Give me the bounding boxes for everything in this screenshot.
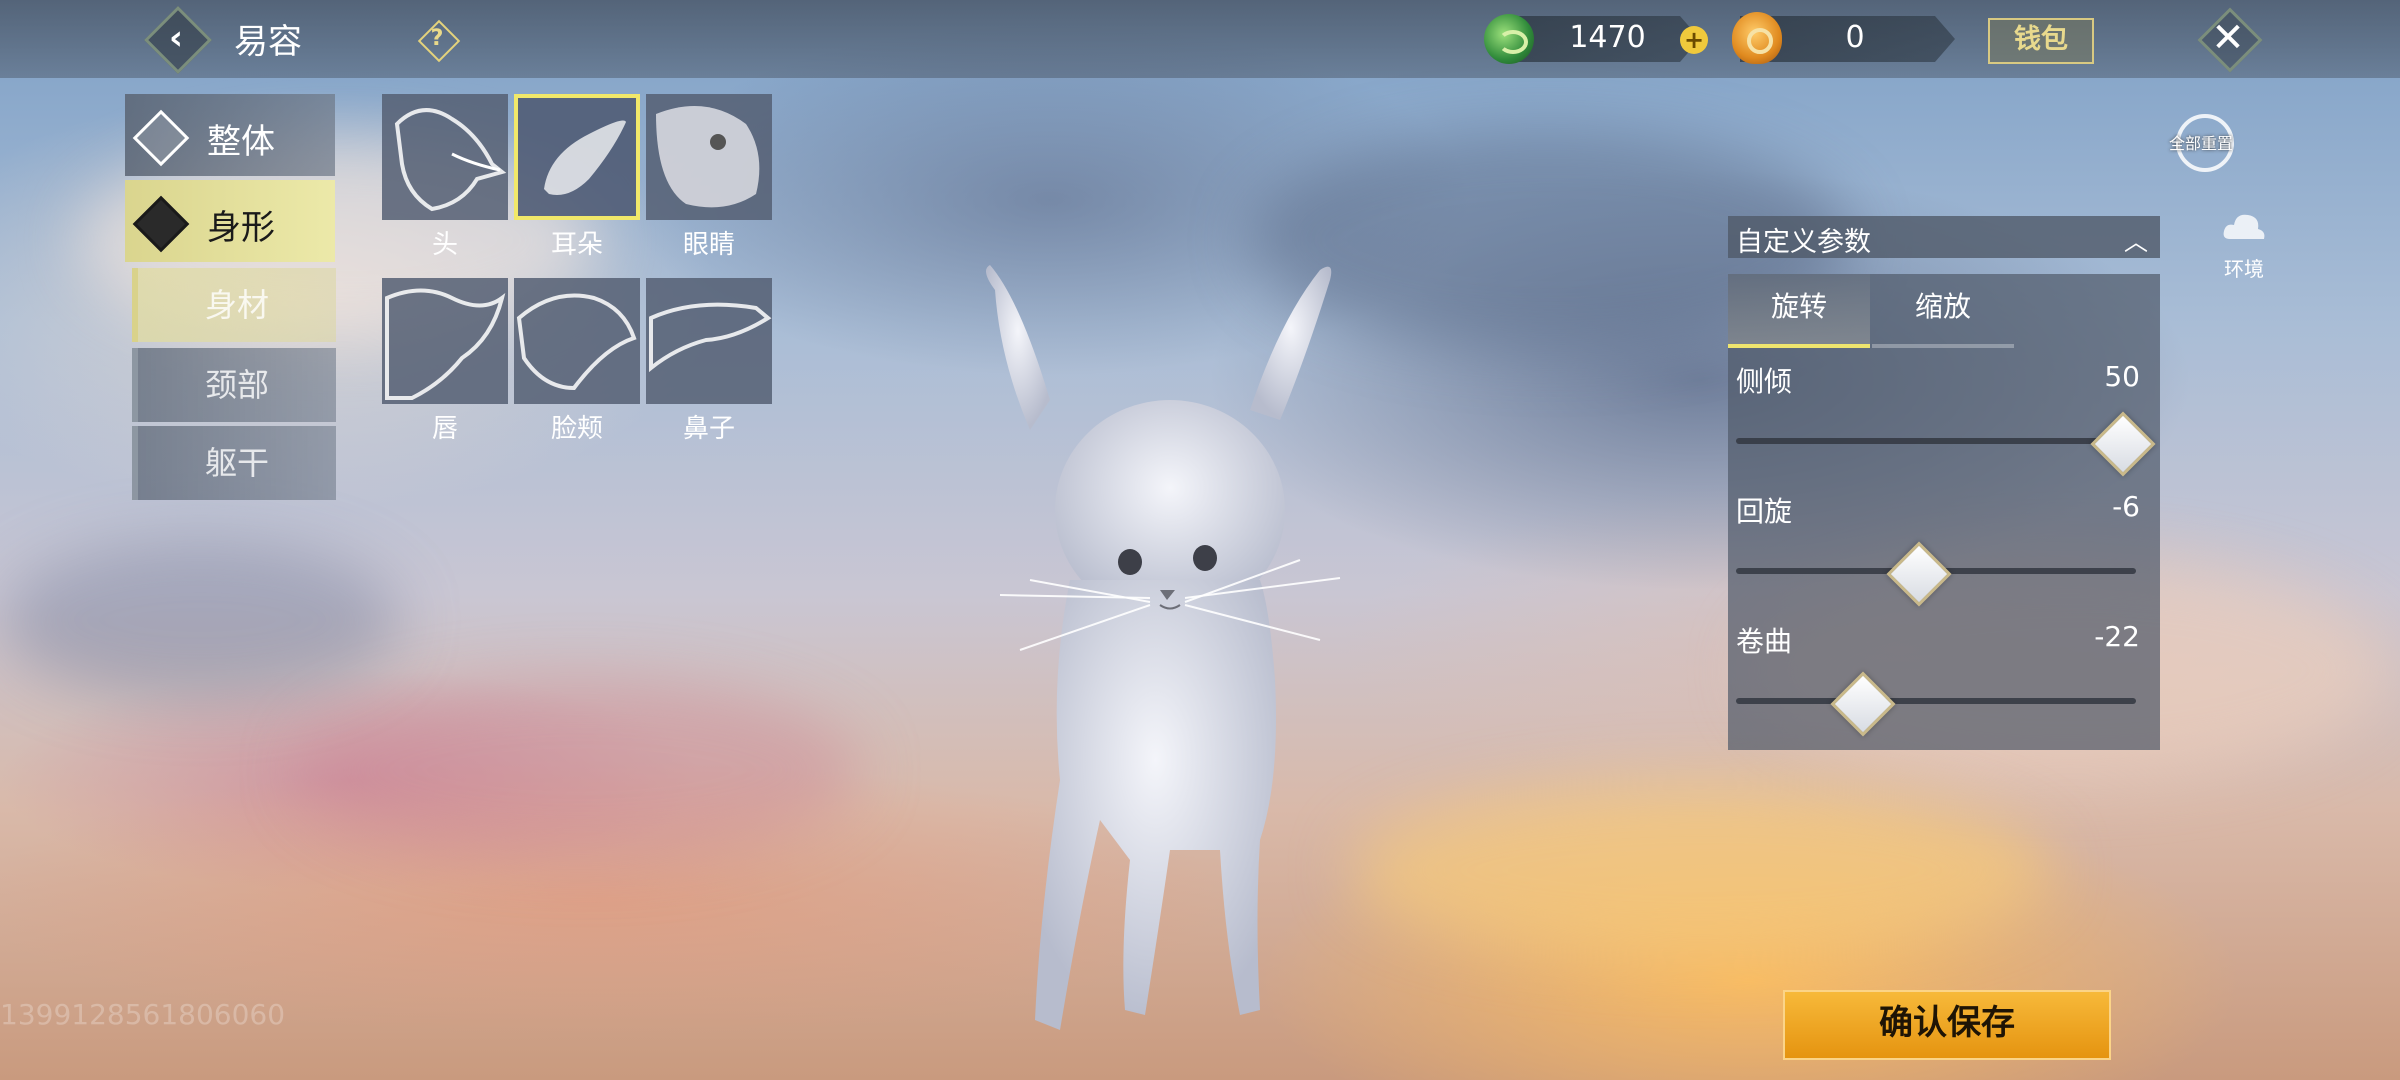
player-id-watermark: 1399128561806060 — [0, 998, 286, 1031]
tab-scale[interactable]: 缩放 — [1872, 274, 2014, 348]
slider-thumb-twist[interactable] — [1886, 541, 1952, 607]
back-button[interactable]: ‹ — [144, 6, 212, 74]
part-tile-eyes[interactable] — [646, 94, 772, 220]
param-panel: 旋转 缩放 侧倾 50 回旋 -6 卷曲 -22 — [1728, 274, 2160, 750]
diamond-black-icon — [131, 194, 190, 253]
slider-label: 侧倾 — [1736, 365, 1793, 398]
close-icon: ✕ — [2211, 15, 2245, 61]
rabbit-character-model[interactable] — [960, 260, 1380, 1060]
slider-value: 50 — [2104, 360, 2140, 393]
lips-icon — [385, 288, 506, 400]
part-label: 头 — [431, 230, 458, 260]
subcategory-figure[interactable]: 身材 — [132, 268, 336, 342]
jade-currency-value: 1470 — [1569, 20, 1646, 55]
diamond-white-icon — [131, 108, 190, 167]
category-overall[interactable]: 整体 — [125, 94, 335, 176]
custom-params-title: 自定义参数 — [1736, 227, 1871, 258]
add-currency-icon[interactable]: + — [1680, 26, 1708, 54]
custom-params-header[interactable]: 自定义参数 ︿ — [1728, 216, 2160, 258]
reset-all-button[interactable]: 全部重置 — [2160, 110, 2242, 172]
part-tile-lips[interactable] — [382, 278, 508, 404]
cloud-icon — [2223, 214, 2265, 239]
subcategory-torso[interactable]: 躯干 — [132, 426, 336, 500]
tab-rotate[interactable]: 旋转 — [1728, 274, 1870, 348]
part-label: 脸颊 — [550, 414, 603, 444]
subcategory-neck[interactable]: 颈部 — [132, 348, 336, 422]
coin-currency-value: 0 — [1845, 20, 1865, 55]
part-label: 唇 — [431, 414, 458, 444]
reset-all-label: 全部重置 — [2168, 134, 2233, 153]
question-diamond-icon[interactable]: ? — [417, 19, 461, 63]
environment-label: 环境 — [2224, 257, 2264, 281]
chevron-left-icon: ‹ — [168, 18, 183, 58]
slider-thumb-curl[interactable] — [1830, 671, 1896, 737]
coin-currency-icon — [1732, 12, 1782, 64]
slider-value: -22 — [2094, 620, 2140, 653]
dragon-head-icon — [394, 108, 507, 212]
part-tile-nose[interactable] — [646, 278, 772, 404]
slider-track-curl[interactable] — [1736, 698, 2136, 704]
environment-button[interactable]: 环境 — [2214, 205, 2274, 285]
slider-track-tilt[interactable] — [1736, 438, 2136, 444]
slider-label: 卷曲 — [1736, 625, 1793, 658]
chevron-up-icon: ︿ — [2124, 228, 2148, 256]
subcategory-label: 躯干 — [204, 444, 269, 482]
part-label: 耳朵 — [550, 230, 603, 260]
close-button[interactable]: ✕ — [2197, 7, 2263, 73]
part-label: 眼睛 — [682, 230, 735, 260]
cheek-icon — [516, 293, 637, 391]
category-label: 身形 — [207, 208, 275, 248]
part-tile-ear[interactable] — [514, 94, 640, 220]
subcategory-label: 颈部 — [204, 366, 269, 404]
subcategory-label: 身材 — [204, 286, 269, 324]
page-title: 易容 — [234, 22, 302, 62]
part-label: 鼻子 — [682, 414, 735, 444]
confirm-save-button[interactable]: 确认保存 — [1783, 990, 2111, 1060]
category-body[interactable]: 身形 — [125, 180, 335, 262]
jade-currency-icon — [1484, 14, 1534, 64]
eye-icon — [656, 106, 760, 208]
slider-label: 回旋 — [1736, 495, 1793, 528]
slider-thumb-tilt[interactable] — [2090, 411, 2156, 477]
ear-icon — [544, 120, 626, 195]
wallet-button[interactable]: 钱包 — [1988, 18, 2094, 64]
part-tile-head[interactable] — [382, 94, 508, 220]
part-tile-cheek[interactable] — [514, 278, 640, 404]
category-label: 整体 — [207, 122, 275, 162]
slider-value: -6 — [2112, 490, 2140, 523]
nose-icon — [649, 302, 772, 373]
